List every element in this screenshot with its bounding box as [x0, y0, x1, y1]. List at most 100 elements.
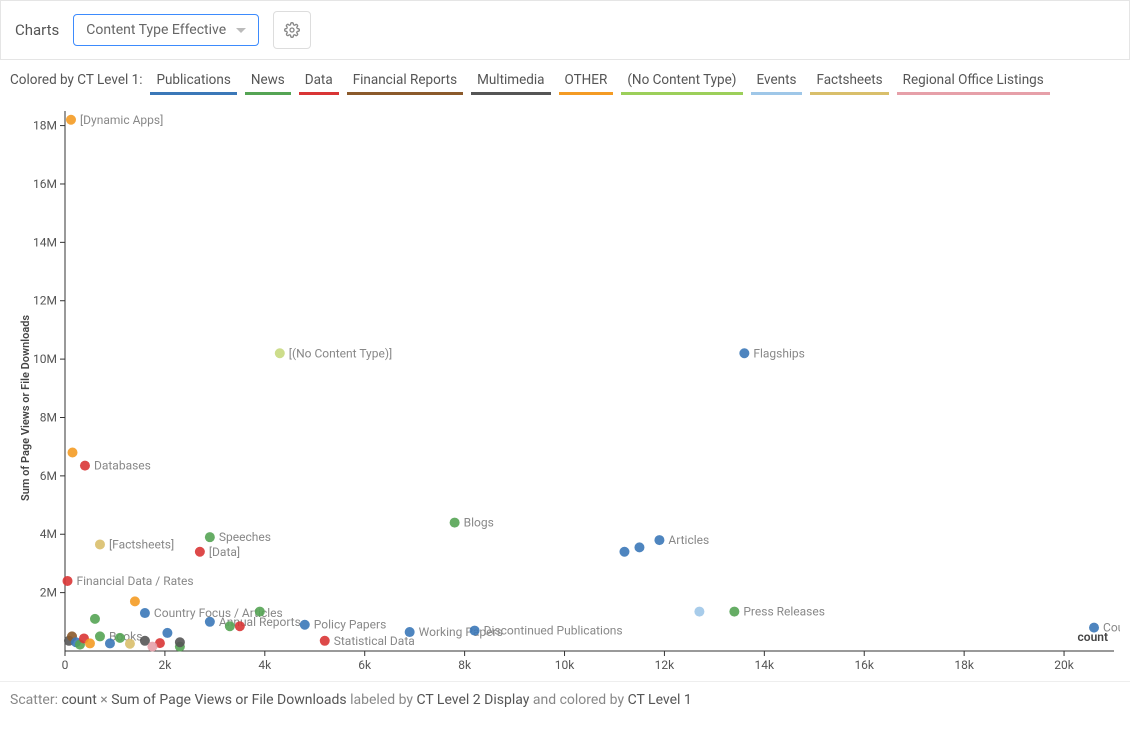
svg-text:[(No Content Type)]: [(No Content Type)]: [289, 346, 392, 360]
legend: Colored by CT Level 1: Publications News D…: [0, 60, 1130, 101]
data-point[interactable]: [85, 638, 95, 648]
legend-item[interactable]: Data: [299, 72, 339, 95]
caption-colored-prefix: and colored by: [529, 692, 627, 708]
legend-item[interactable]: Financial Reports: [347, 72, 463, 95]
svg-text:10M: 10M: [33, 352, 57, 366]
data-point[interactable]: [694, 607, 704, 617]
caption-labeled-prefix: labeled by: [347, 692, 417, 708]
svg-text:Blogs: Blogs: [464, 516, 494, 530]
svg-text:14M: 14M: [33, 235, 57, 249]
data-point[interactable]: [66, 115, 76, 125]
svg-text:Speeches: Speeches: [219, 530, 271, 544]
settings-button[interactable]: [273, 11, 311, 49]
svg-text:[Data]: [Data]: [209, 545, 240, 559]
legend-item[interactable]: Publications: [150, 72, 236, 95]
data-point[interactable]: [95, 631, 105, 641]
svg-text:Country Re: Country Re: [1103, 621, 1120, 635]
data-point[interactable]: [205, 532, 215, 542]
svg-text:[Dynamic Apps]: [Dynamic Apps]: [80, 113, 163, 127]
legend-item[interactable]: OTHER: [559, 72, 614, 95]
data-point[interactable]: [739, 348, 749, 358]
svg-text:4M: 4M: [40, 527, 57, 541]
svg-text:6k: 6k: [358, 658, 372, 672]
data-point[interactable]: [729, 607, 739, 617]
legend-item[interactable]: Multimedia: [471, 72, 550, 95]
chart-caption: Scatter: count × Sum of Page Views or Fi…: [0, 681, 1130, 722]
svg-text:4k: 4k: [258, 658, 272, 672]
data-point[interactable]: [255, 607, 265, 617]
legend-item[interactable]: (No Content Type): [621, 72, 742, 95]
legend-item[interactable]: News: [245, 72, 291, 95]
svg-text:Discontinued Publications: Discontinued Publications: [484, 624, 623, 638]
legend-item[interactable]: Factsheets: [810, 72, 888, 95]
svg-text:16k: 16k: [854, 658, 874, 672]
data-point[interactable]: [125, 639, 135, 649]
caption-sep1: ×: [97, 692, 111, 708]
data-point[interactable]: [195, 547, 205, 557]
caption-label-field: CT Level 2 Display: [416, 692, 529, 708]
toolbar-label: Charts: [15, 21, 59, 39]
data-point[interactable]: [175, 637, 185, 647]
data-point[interactable]: [275, 348, 285, 358]
data-point[interactable]: [300, 620, 310, 630]
svg-text:0: 0: [62, 658, 69, 672]
data-point[interactable]: [140, 608, 150, 618]
legend-label: Colored by CT Level 1:: [10, 72, 142, 88]
dropdown-value: Content Type Effective: [86, 22, 226, 38]
svg-text:20k: 20k: [1054, 658, 1074, 672]
svg-text:6M: 6M: [40, 469, 57, 483]
data-point[interactable]: [95, 539, 105, 549]
svg-text:10k: 10k: [555, 658, 575, 672]
svg-text:8k: 8k: [458, 658, 472, 672]
svg-text:16M: 16M: [33, 177, 57, 191]
data-point[interactable]: [205, 617, 215, 627]
data-point[interactable]: [147, 642, 157, 652]
data-point[interactable]: [67, 448, 77, 458]
svg-text:12M: 12M: [33, 294, 57, 308]
caption-yvar: Sum of Page Views or File Downloads: [111, 692, 346, 708]
svg-text:Articles: Articles: [668, 533, 709, 547]
svg-text:Press Releases: Press Releases: [743, 605, 825, 619]
data-point[interactable]: [235, 621, 245, 631]
data-point[interactable]: [162, 628, 172, 638]
toolbar: Charts Content Type Effective: [0, 0, 1130, 60]
svg-text:14k: 14k: [755, 658, 775, 672]
svg-text:Policy Papers: Policy Papers: [314, 618, 387, 632]
data-point[interactable]: [1089, 623, 1099, 633]
caption-color-field: CT Level 1: [628, 692, 692, 708]
svg-text:Statistical Data: Statistical Data: [334, 634, 415, 648]
svg-text:12k: 12k: [655, 658, 675, 672]
svg-text:2M: 2M: [40, 586, 57, 600]
caption-xvar: count: [61, 692, 96, 708]
svg-text:2k: 2k: [158, 658, 172, 672]
svg-text:18k: 18k: [954, 658, 974, 672]
data-point[interactable]: [654, 535, 664, 545]
data-point[interactable]: [450, 518, 460, 528]
svg-text:18M: 18M: [33, 119, 57, 133]
svg-text:8M: 8M: [40, 410, 57, 424]
data-point[interactable]: [105, 638, 115, 648]
data-point[interactable]: [62, 576, 72, 586]
svg-text:[Factsheets]: [Factsheets]: [109, 537, 174, 551]
data-point[interactable]: [320, 636, 330, 646]
data-point[interactable]: [80, 461, 90, 471]
chart-type-dropdown[interactable]: Content Type Effective: [73, 14, 259, 46]
data-point[interactable]: [634, 542, 644, 552]
data-point[interactable]: [405, 627, 415, 637]
data-point[interactable]: [619, 547, 629, 557]
legend-item[interactable]: Events: [751, 72, 803, 95]
scatter-chart[interactable]: 2M 4M 6M 8M 10M 12M 14M 16M 18M 0 2k 4k 6k 8k 10k 12k 14…: [10, 105, 1120, 681]
data-point[interactable]: [470, 626, 480, 636]
data-point[interactable]: [130, 596, 140, 606]
chevron-down-icon: [236, 28, 246, 33]
caption-prefix: Scatter:: [10, 692, 61, 708]
data-point[interactable]: [90, 614, 100, 624]
svg-text:Flagships: Flagships: [753, 346, 804, 360]
svg-text:Databases: Databases: [94, 459, 151, 473]
data-point[interactable]: [115, 633, 125, 643]
svg-text:Sum of Page Views or File Down: Sum of Page Views or File Downloads: [19, 315, 32, 501]
svg-text:Financial Data / Rates: Financial Data / Rates: [76, 574, 193, 588]
gear-icon: [284, 22, 300, 38]
data-point[interactable]: [225, 621, 235, 631]
legend-item[interactable]: Regional Office Listings: [897, 72, 1050, 95]
